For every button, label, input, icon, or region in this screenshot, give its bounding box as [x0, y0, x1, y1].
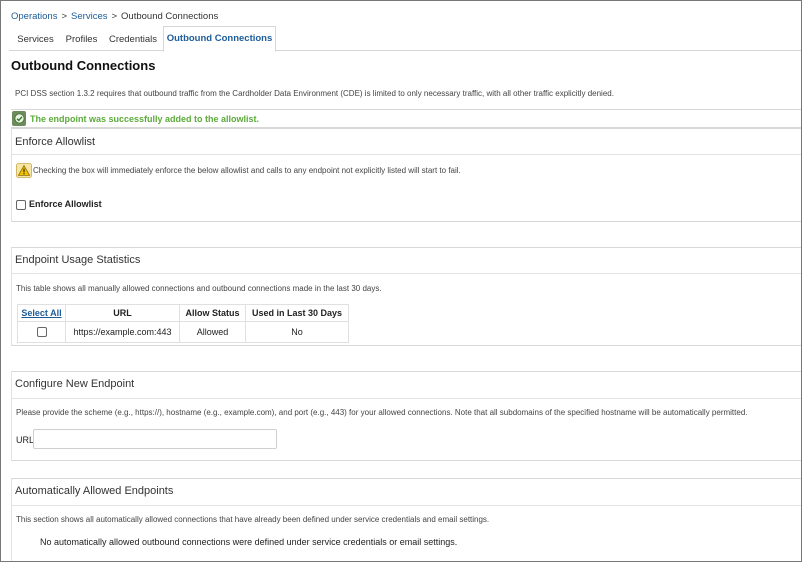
enforce-allowlist-checkbox[interactable] — [16, 200, 26, 210]
column-header-allow-status: Allow Status — [179, 304, 246, 322]
configure-endpoint-heading: Configure New Endpoint — [15, 378, 135, 390]
select-all-link[interactable]: Select All — [17, 304, 66, 322]
tab-credentials[interactable]: Credentials — [105, 28, 161, 51]
endpoint-usage-table: Select All URL Allow Status Used in Last… — [17, 304, 349, 343]
success-message-bar: The endpoint was successfully added to t… — [11, 109, 801, 128]
auto-allowed-panel: Automatically Allowed Endpoints This sec… — [11, 478, 801, 561]
breadcrumb: Operations > Services > Outbound Connections — [11, 11, 218, 22]
enforce-allowlist-panel: Enforce Allowlist Checking the box will … — [11, 128, 801, 222]
table-row: https://example.com:443 Allowed No — [17, 321, 349, 343]
page-title: Outbound Connections — [11, 58, 156, 73]
divider — [12, 398, 801, 399]
warning-icon — [16, 163, 32, 178]
url-input[interactable] — [33, 429, 277, 449]
row-url: https://example.com:443 — [65, 321, 180, 343]
endpoint-usage-panel: Endpoint Usage Statistics This table sho… — [11, 247, 801, 346]
tab-profiles[interactable]: Profiles — [62, 28, 101, 51]
row-allow-status: Allowed — [179, 321, 246, 343]
pci-description: PCI DSS section 1.3.2 requires that outb… — [15, 89, 614, 98]
success-message: The endpoint was successfully added to t… — [30, 114, 260, 124]
tab-bar: Services Profiles Credentials Outbound C… — [9, 26, 801, 52]
breadcrumb-separator: > — [61, 11, 68, 22]
table-header-row: Select All URL Allow Status Used in Last… — [17, 304, 349, 322]
breadcrumb-services[interactable]: Services — [71, 11, 107, 22]
enforce-allowlist-heading: Enforce Allowlist — [15, 136, 96, 148]
divider — [12, 273, 801, 274]
auto-allowed-heading: Automatically Allowed Endpoints — [15, 485, 174, 497]
endpoint-usage-description: This table shows all manually allowed co… — [16, 284, 382, 293]
breadcrumb-current: Outbound Connections — [121, 11, 219, 22]
breadcrumb-separator: > — [111, 11, 118, 22]
success-check-icon — [12, 111, 26, 126]
auto-allowed-description: This section shows all automatically all… — [16, 515, 490, 524]
divider — [12, 154, 801, 155]
row-checkbox[interactable] — [36, 327, 47, 338]
auto-allowed-empty-message: No automatically allowed outbound connec… — [40, 537, 458, 547]
column-header-used: Used in Last 30 Days — [245, 304, 349, 322]
configure-endpoint-description: Please provide the scheme (e.g., https:/… — [16, 408, 748, 417]
column-header-url: URL — [65, 304, 180, 322]
enforce-warning-text: Checking the box will immediately enforc… — [33, 166, 461, 175]
tab-outbound-connections[interactable]: Outbound Connections — [163, 26, 276, 52]
row-used-last-30-days: No — [245, 321, 349, 343]
url-label: URL — [16, 435, 35, 445]
endpoint-usage-heading: Endpoint Usage Statistics — [15, 254, 141, 266]
divider — [12, 505, 801, 506]
enforce-allowlist-label: Enforce Allowlist — [29, 199, 102, 209]
configure-endpoint-panel: Configure New Endpoint Please provide th… — [11, 371, 801, 461]
row-select-cell — [17, 321, 66, 343]
app-window: Operations > Services > Outbound Connections… — [0, 0, 802, 562]
tab-services[interactable]: Services — [9, 28, 62, 51]
breadcrumb-operations[interactable]: Operations — [11, 11, 57, 22]
